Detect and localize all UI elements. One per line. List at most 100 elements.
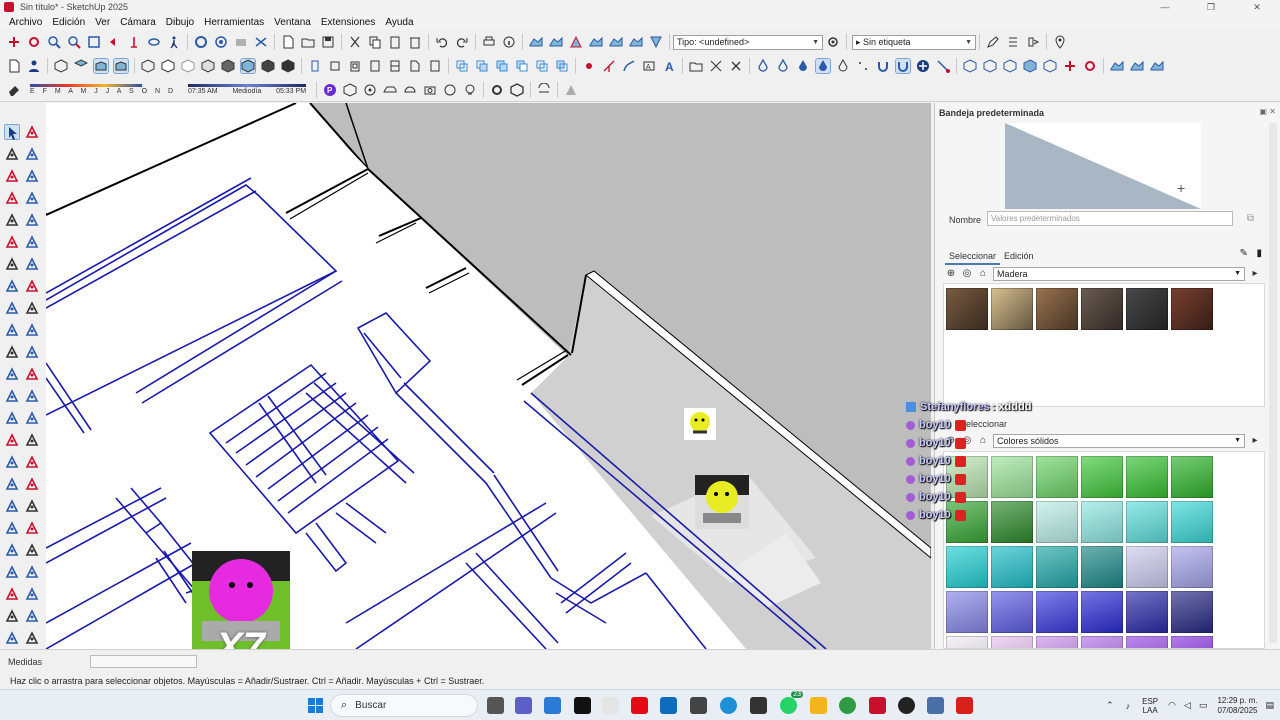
color-swatch[interactable] <box>1126 636 1168 648</box>
follow-me-tool-icon[interactable] <box>24 322 40 338</box>
start-icon[interactable] <box>307 697 324 714</box>
tag-pencil-icon[interactable] <box>985 34 1001 50</box>
view-iso-icon[interactable] <box>53 58 69 74</box>
drop-2-icon[interactable] <box>775 58 791 74</box>
dev-icon[interactable] <box>750 697 767 714</box>
line-erase-tool-icon[interactable] <box>24 168 40 184</box>
camera-view-6-icon[interactable] <box>407 58 423 74</box>
eraser-tool-icon[interactable] <box>24 586 40 602</box>
tab-select-bottom[interactable]: Seleccionar <box>960 419 1007 429</box>
walk-tool-icon[interactable] <box>24 498 40 514</box>
extension-badge-icon[interactable]: P <box>322 82 338 98</box>
terrain-2-icon[interactable] <box>1129 58 1145 74</box>
cube-1-icon[interactable] <box>342 82 358 98</box>
wood-swatch[interactable] <box>1036 288 1078 330</box>
sandbox-5-icon[interactable] <box>608 34 624 50</box>
color-swatch[interactable] <box>946 636 988 648</box>
volume-icon[interactable]: ◁ <box>1184 700 1191 711</box>
union-icon[interactable] <box>494 58 510 74</box>
menu-camara[interactable]: Cámara <box>115 17 161 28</box>
tag-combo[interactable]: ▸ Sin etiqueta ▼ <box>852 34 976 50</box>
eyedropper-icon[interactable]: ✎ <box>1240 248 1248 259</box>
close-button[interactable]: ✕ <box>1234 0 1280 14</box>
section-icon[interactable] <box>253 34 269 50</box>
folder-outline-icon[interactable] <box>688 58 704 74</box>
tag-type-combo[interactable]: Tipo: <undefined> ▼ <box>673 34 823 50</box>
pyramid-icon[interactable] <box>563 82 579 98</box>
details-arrow-icon[interactable]: ▸ <box>1249 268 1261 280</box>
line-erase-tool-icon[interactable] <box>24 608 40 624</box>
new-file-icon[interactable] <box>280 34 296 50</box>
light-icon[interactable] <box>462 82 478 98</box>
position-camera-icon[interactable] <box>126 34 142 50</box>
add-library-icon[interactable]: ⊕ <box>945 268 957 280</box>
color-swatch[interactable] <box>1081 546 1123 588</box>
color-swatch[interactable] <box>991 591 1033 633</box>
trim-icon[interactable] <box>534 58 550 74</box>
lasso-tool-icon[interactable] <box>24 564 40 580</box>
select-tool-icon[interactable] <box>4 564 20 580</box>
github-icon[interactable] <box>898 697 915 714</box>
camera-view-7-icon[interactable] <box>427 58 443 74</box>
outlook-icon[interactable] <box>660 697 677 714</box>
maximize-button[interactable]: ❐ <box>1188 0 1234 14</box>
axes-tool-icon[interactable] <box>601 58 617 74</box>
push-pull-tool-icon[interactable] <box>24 300 40 316</box>
terminal-icon[interactable] <box>690 697 707 714</box>
arc-3-tool-icon[interactable] <box>4 278 20 294</box>
wood-swatch[interactable] <box>991 288 1033 330</box>
shadow-months-slider[interactable]: E F M A M J J A S O N D <box>30 84 176 95</box>
scale-icon[interactable] <box>708 58 724 74</box>
menu-ayuda[interactable]: Ayuda <box>380 17 418 28</box>
scale-tool-icon[interactable] <box>4 344 20 360</box>
paint-tool-icon[interactable] <box>4 146 20 162</box>
color-swatch[interactable] <box>1126 456 1168 498</box>
taskbar-search[interactable]: ⌕ Buscar <box>330 694 478 717</box>
close-x-icon[interactable] <box>728 58 744 74</box>
duplicate-icon[interactable]: ⧉ <box>1247 213 1254 224</box>
paste-icon[interactable] <box>387 34 403 50</box>
face-style-6-icon[interactable] <box>240 58 256 74</box>
menu-archivo[interactable]: Archivo <box>4 17 47 28</box>
wood-swatch[interactable] <box>1171 288 1213 330</box>
netflix-icon[interactable] <box>631 697 648 714</box>
language-indicator[interactable]: ESP LAA <box>1142 697 1158 715</box>
3d-text-icon[interactable]: A <box>661 58 677 74</box>
teams-icon[interactable] <box>515 697 532 714</box>
intersect-icon[interactable] <box>474 58 490 74</box>
wood-swatch[interactable] <box>946 288 988 330</box>
cube-render-icon[interactable] <box>509 82 525 98</box>
menu-ver[interactable]: Ver <box>90 17 115 28</box>
axes-tool-icon[interactable] <box>4 410 20 426</box>
view-right-icon[interactable] <box>113 58 129 74</box>
tiktok-icon[interactable] <box>574 697 591 714</box>
sandbox-1-tool-icon[interactable] <box>4 542 20 558</box>
rotate-tool-icon[interactable] <box>4 322 20 338</box>
tray-scrollbar[interactable] <box>1269 123 1277 643</box>
menu-herramientas[interactable]: Herramientas <box>199 17 269 28</box>
wood-swatch[interactable] <box>1081 288 1123 330</box>
solid-7-icon[interactable] <box>1082 58 1098 74</box>
text-tool-icon[interactable] <box>24 388 40 404</box>
split-icon[interactable] <box>554 58 570 74</box>
helmet-icon[interactable] <box>402 82 418 98</box>
sandbox-2-tool-icon[interactable] <box>24 542 40 558</box>
new-doc-icon[interactable] <box>6 58 22 74</box>
sample-icon[interactable]: ◎ <box>961 268 973 280</box>
copy-icon[interactable] <box>367 34 383 50</box>
camera-view-1-icon[interactable] <box>307 58 323 74</box>
outer-shell-icon[interactable] <box>454 58 470 74</box>
tape-measure-tool-icon[interactable] <box>4 366 20 382</box>
disc-icon[interactable] <box>362 82 378 98</box>
position-camera-tool-icon[interactable] <box>4 498 20 514</box>
menu-extensiones[interactable]: Extensiones <box>316 17 380 28</box>
camera-view-4-icon[interactable] <box>367 58 383 74</box>
camera-view-2-icon[interactable] <box>327 58 343 74</box>
paint-bucket-icon[interactable]: ▮ <box>1256 248 1262 259</box>
rotate-red-icon[interactable] <box>26 34 42 50</box>
solid-4-icon[interactable] <box>1022 58 1038 74</box>
model-info-icon[interactable] <box>501 34 517 50</box>
face-style-2-icon[interactable] <box>160 58 176 74</box>
chevron-up-icon[interactable]: ⌃ <box>1106 700 1114 711</box>
color-swatch[interactable] <box>1036 456 1078 498</box>
